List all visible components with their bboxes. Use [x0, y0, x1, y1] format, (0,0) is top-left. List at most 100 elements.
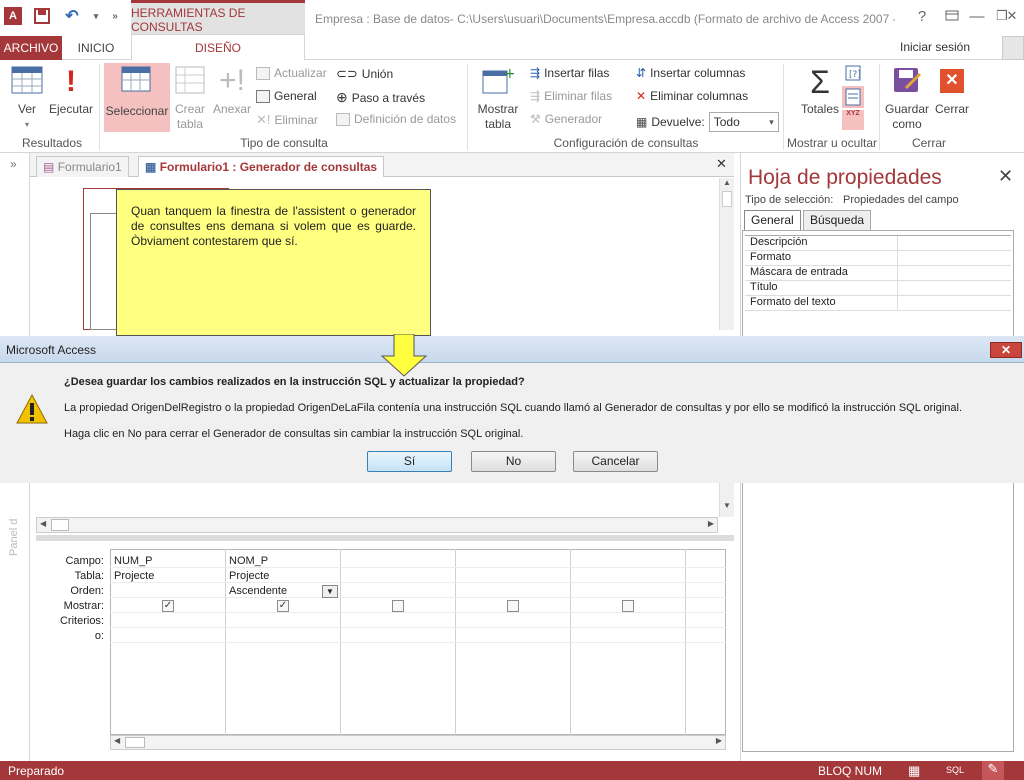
group-separator	[879, 64, 880, 150]
insertar-columnas-button[interactable]: ⇵ Insertar columnas	[636, 66, 745, 80]
expand-nav-icon[interactable]: »	[0, 153, 29, 171]
crear-tabla-button[interactable]: Crear tabla	[172, 66, 208, 132]
scroll-left-icon[interactable]: ◀	[114, 736, 120, 745]
actualizar-button[interactable]: Actualizar	[256, 66, 327, 80]
property-row[interactable]: Máscara de entrada	[745, 266, 1011, 281]
mostrar-checkbox[interactable]	[622, 600, 634, 612]
ver-dropdown-icon: ▾	[24, 120, 29, 129]
no-button[interactable]: No	[471, 451, 556, 472]
sql-view-button[interactable]: SQL	[946, 765, 964, 775]
definicion-datos-button[interactable]: Definición de datos	[336, 112, 456, 126]
property-row[interactable]: Formato	[745, 251, 1011, 266]
scroll-thumb[interactable]	[51, 519, 69, 531]
grid-row-divider	[110, 582, 726, 583]
eliminar-label: Eliminar	[274, 113, 318, 127]
append-icon: +!	[219, 64, 245, 97]
delete-columns-icon: ✕	[636, 89, 647, 103]
vertical-scrollbar[interactable]: ▼	[719, 483, 734, 517]
devuelve-value: Todo	[713, 115, 740, 129]
group-label-config: Configuración de consultas	[553, 136, 699, 150]
save-icon[interactable]	[32, 6, 52, 26]
vertical-scrollbar[interactable]: ▲	[719, 178, 734, 330]
access-app-icon[interactable]: A	[4, 7, 22, 25]
scroll-down-icon[interactable]: ▼	[720, 501, 734, 510]
ribbon-display-button[interactable]	[940, 8, 964, 28]
insertar-columnas-label: Insertar columnas	[650, 66, 746, 80]
group-separator	[467, 64, 468, 150]
ver-button[interactable]: Ver ▾	[6, 66, 48, 132]
dialog-close-button[interactable]: ✕	[990, 342, 1022, 358]
union-button[interactable]: ⊂⊃ Unión	[336, 66, 393, 82]
orden-cell[interactable]: Ascendente	[229, 585, 287, 597]
property-sheet-title: Hoja de propiedades	[748, 166, 942, 189]
help-button[interactable]: ?	[910, 8, 934, 28]
mostrar-checkbox[interactable]: ✓	[277, 600, 289, 612]
totales-button[interactable]: Σ Totales	[798, 66, 842, 117]
si-button[interactable]: Sí	[367, 451, 452, 472]
campo-cell[interactable]: NOM_P	[229, 555, 268, 567]
definicion-datos-label: Definición de datos	[354, 112, 457, 126]
dropdown-arrow-icon[interactable]: ▾	[92, 6, 100, 26]
eliminar-filas-button[interactable]: ⇶ Eliminar filas	[530, 89, 612, 103]
tab-inicio[interactable]: INICIO	[66, 36, 126, 60]
group-separator	[99, 64, 100, 150]
tab-busqueda[interactable]: Búsqueda	[803, 210, 872, 230]
scroll-up-icon[interactable]: ▲	[720, 178, 734, 187]
avatar[interactable]	[1002, 36, 1024, 60]
devuelve-control: ▦ Devuelve: Todo ▾	[636, 112, 779, 132]
scroll-right-icon[interactable]: ▶	[716, 736, 722, 745]
window-close-button[interactable]: ✕	[1003, 8, 1021, 28]
property-sheet-icon[interactable]	[842, 86, 864, 108]
mostrar-checkbox[interactable]	[507, 600, 519, 612]
anexar-button[interactable]: +! Anexar	[212, 66, 252, 117]
generador-button[interactable]: ⚒ Generador	[530, 112, 602, 126]
mostrar-checkbox[interactable]: ✓	[162, 600, 174, 612]
dialog-message-1: La propiedad OrigenDelRegistro o la prop…	[64, 402, 963, 414]
scroll-thumb[interactable]	[722, 191, 732, 207]
ejecutar-button[interactable]: ! Ejecutar	[48, 66, 94, 117]
tab-diseno[interactable]: DISEÑO	[131, 34, 305, 61]
property-row[interactable]: Título	[745, 281, 1011, 296]
table-names-icon[interactable]: XYZ	[842, 110, 864, 130]
svg-text:+: +	[504, 66, 514, 82]
tabla-cell[interactable]: Projecte	[114, 570, 154, 582]
minimize-button[interactable]: —	[965, 8, 989, 28]
datasheet-view-status-icon[interactable]: ▦	[908, 763, 920, 779]
insertar-filas-button[interactable]: ⇶ Insertar filas	[530, 66, 609, 80]
grid-horizontal-scrollbar[interactable]: ◀ ▶	[110, 735, 726, 750]
guardar-como-button[interactable]: Guardar como	[884, 66, 930, 132]
devuelve-select[interactable]: Todo ▾	[708, 112, 779, 132]
doc-tab-query-builder[interactable]: ▦ Formulario1 : Generador de consultas	[138, 156, 385, 177]
scroll-right-icon[interactable]: ▶	[708, 519, 714, 528]
design-view-icon[interactable]: ✎	[982, 761, 1004, 780]
eliminar-columnas-button[interactable]: ✕ Eliminar columnas	[636, 89, 748, 103]
horizontal-scrollbar[interactable]: ◀ ▶	[36, 517, 718, 533]
eliminar-button[interactable]: ✕! Eliminar	[256, 112, 318, 128]
doc-close-icon[interactable]: ✕	[716, 156, 727, 172]
tab-archivo[interactable]: ARCHIVO	[0, 36, 62, 60]
orden-dropdown-icon[interactable]: ▼	[322, 585, 338, 598]
undo-icon[interactable]: ↶	[62, 6, 82, 26]
cancelar-button[interactable]: Cancelar	[573, 451, 658, 472]
general-button[interactable]: General	[256, 89, 317, 103]
group-separator	[783, 64, 784, 150]
mostrar-checkbox[interactable]	[392, 600, 404, 612]
property-sheet-close-icon[interactable]: ✕	[998, 166, 1013, 187]
property-row[interactable]: Descripción	[745, 236, 1011, 251]
warning-icon	[16, 393, 48, 427]
seleccionar-button[interactable]: Seleccionar	[104, 63, 170, 132]
campo-cell[interactable]: NUM_P	[114, 555, 153, 567]
doc-tab-formulario1[interactable]: ▤ Formulario1	[36, 156, 129, 177]
customize-qat-icon[interactable]: »	[110, 6, 120, 26]
parameters-icon[interactable]: [?]	[844, 64, 862, 82]
property-row[interactable]: Formato del texto	[745, 296, 1011, 311]
mostrar-tabla-button[interactable]: + Mostrar tabla	[472, 66, 524, 132]
tabla-cell[interactable]: Projecte	[229, 570, 269, 582]
paso-a-traves-button[interactable]: ⊕ Paso a través	[336, 89, 425, 106]
grid-row-divider	[110, 612, 726, 613]
tab-general[interactable]: General	[744, 210, 801, 230]
cerrar-button[interactable]: ✕ Cerrar	[932, 66, 972, 117]
sign-in-link[interactable]: Iniciar sesión	[900, 40, 970, 54]
scroll-thumb[interactable]	[125, 737, 145, 748]
scroll-left-icon[interactable]: ◀	[40, 519, 46, 528]
